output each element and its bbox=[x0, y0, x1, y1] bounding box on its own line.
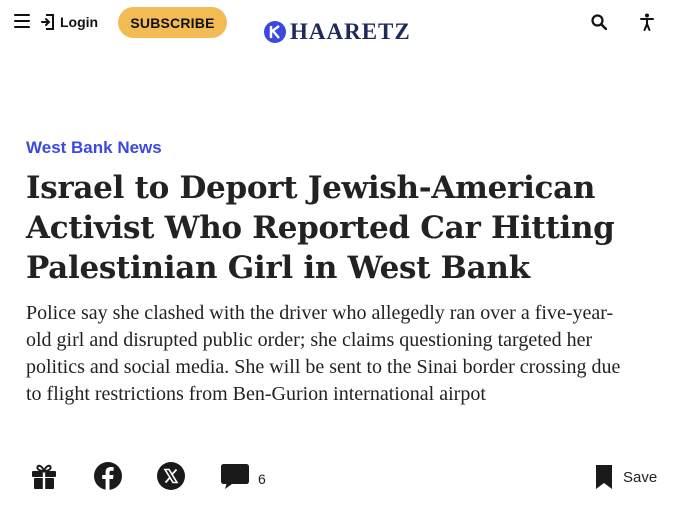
logo-mark-icon bbox=[264, 20, 286, 43]
login-label: Login bbox=[60, 14, 99, 30]
login-icon bbox=[41, 14, 54, 30]
menu-icon[interactable] bbox=[14, 14, 30, 28]
gift-icon[interactable] bbox=[30, 462, 58, 490]
bookmark-icon bbox=[596, 465, 612, 489]
facebook-icon[interactable] bbox=[94, 462, 122, 490]
top-bar: Login SUBSCRIBE HAARETZ bbox=[0, 0, 680, 46]
logo-text: HAARETZ bbox=[290, 19, 411, 44]
share-bar: 6 Save bbox=[0, 458, 680, 498]
article-headline: Israel to Deport Jewish-American Activis… bbox=[26, 170, 615, 286]
subscribe-button[interactable]: SUBSCRIBE bbox=[118, 7, 227, 38]
comment-count[interactable]: 6 bbox=[258, 471, 266, 487]
x-icon[interactable] bbox=[157, 462, 185, 490]
accessibility-icon[interactable] bbox=[640, 13, 654, 31]
search-icon[interactable] bbox=[591, 14, 607, 30]
save-button[interactable]: Save bbox=[594, 464, 657, 490]
article-subtitle: Police say she clashed with the driver w… bbox=[26, 302, 621, 405]
save-label: Save bbox=[623, 468, 658, 486]
comment-icon[interactable] bbox=[220, 462, 250, 490]
login-button[interactable]: Login bbox=[40, 12, 98, 32]
haaretz-logo[interactable]: HAARETZ bbox=[264, 20, 411, 43]
section-link[interactable]: West Bank News bbox=[26, 138, 162, 158]
